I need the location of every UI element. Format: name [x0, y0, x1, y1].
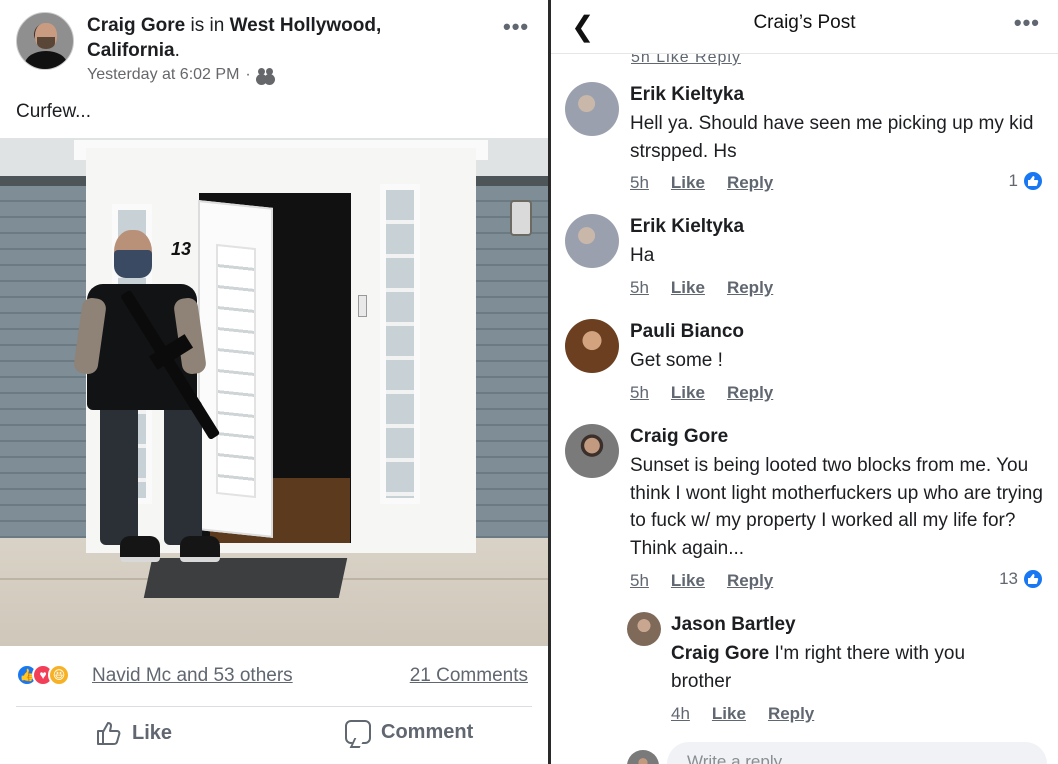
comment-button-label: Comment: [381, 720, 474, 743]
my-avatar: [627, 750, 659, 764]
feed-post: Craig Gore is in West Hollywood, Califor…: [0, 0, 548, 764]
commenter-name[interactable]: Erik Kieltyka: [630, 84, 744, 106]
comment-like-count[interactable]: 13: [999, 568, 1044, 590]
comment-reply-link[interactable]: Reply: [727, 571, 773, 591]
comment-actions: 5h Like Reply: [630, 173, 773, 193]
post-meta: Yesterday at 6:02 PM ·: [87, 66, 275, 84]
post-text: Curfew...: [16, 101, 91, 122]
comment-time[interactable]: 5h: [630, 278, 649, 298]
reply-text: Craig Gore I'm right there with you brot…: [671, 640, 1011, 695]
comment-time[interactable]: 5h: [630, 383, 649, 403]
is-in-text: is in: [185, 15, 230, 36]
comment-time[interactable]: 5h: [630, 173, 649, 193]
reply-actions: 4h Like Reply: [671, 704, 814, 724]
comment-button[interactable]: Comment: [345, 720, 473, 744]
comment-like-link[interactable]: Like: [671, 278, 705, 298]
reply-like-link[interactable]: Like: [712, 704, 746, 724]
action-divider: [16, 706, 532, 707]
friends-icon: [257, 68, 275, 82]
post-header: Craig Gore is in West Hollywood, Califor…: [87, 13, 447, 63]
reply-reply-link[interactable]: Reply: [768, 704, 814, 724]
reaction-icons[interactable]: 👍 ♥ 😆: [16, 664, 70, 686]
meta-separator: ·: [245, 66, 251, 83]
comment-actions: 5h Like Reply: [630, 571, 773, 591]
like-badge-icon: [1022, 170, 1044, 192]
replier-name[interactable]: Jason Bartley: [671, 614, 796, 636]
comment-like-link[interactable]: Like: [671, 383, 705, 403]
post-timestamp[interactable]: Yesterday at 6:02 PM: [87, 66, 239, 84]
comment-thread: 5h Like Reply ❮ Craig’s Post ••• Erik Ki…: [551, 0, 1058, 764]
replier-avatar[interactable]: [627, 612, 661, 646]
commenter-avatar[interactable]: [565, 214, 619, 268]
comment-text: Ha: [630, 245, 655, 266]
post-photo[interactable]: 13: [0, 138, 548, 646]
like-count-number: 1: [1008, 171, 1018, 190]
house-number: 13: [171, 239, 192, 259]
reply-time[interactable]: 4h: [671, 704, 690, 724]
like-icon: [97, 722, 121, 745]
thread-header: ❮ Craig’s Post •••: [551, 0, 1058, 54]
commenter-name[interactable]: Pauli Bianco: [630, 321, 744, 343]
commenter-name[interactable]: Erik Kieltyka: [630, 216, 744, 238]
author-avatar[interactable]: [16, 12, 74, 70]
mention-link[interactable]: Craig Gore: [671, 643, 769, 664]
write-reply-placeholder: Write a reply...: [687, 752, 796, 764]
comment-count[interactable]: 21 Comments: [410, 665, 528, 687]
like-badge-icon: [1022, 568, 1044, 590]
comment-reply-link[interactable]: Reply: [727, 173, 773, 193]
commenter-avatar[interactable]: [565, 82, 619, 136]
like-button[interactable]: Like: [96, 720, 172, 746]
reaction-names[interactable]: Navid Mc and 53 others: [92, 665, 293, 687]
comment-time[interactable]: 5h: [630, 571, 649, 591]
author-name[interactable]: Craig Gore: [87, 15, 185, 36]
commenter-avatar[interactable]: [565, 424, 619, 478]
comment-actions: 5h Like Reply: [630, 278, 773, 298]
comment-text: Get some !: [630, 350, 723, 371]
commenter-name[interactable]: Craig Gore: [630, 426, 728, 448]
comment-icon: [345, 720, 371, 744]
post-more-icon[interactable]: •••: [503, 14, 529, 40]
like-button-label: Like: [132, 721, 173, 744]
comment-actions: 5h Like Reply: [630, 383, 773, 403]
commenter-avatar[interactable]: [565, 319, 619, 373]
thread-title: Craig’s Post: [753, 12, 856, 33]
like-count-number: 13: [999, 569, 1018, 588]
haha-reaction-icon: 😆: [48, 664, 70, 686]
comment-text: Hell ya. Should have seen me picking up …: [630, 113, 1034, 162]
thread-more-icon[interactable]: •••: [1014, 10, 1040, 36]
comment-like-link[interactable]: Like: [671, 173, 705, 193]
comment-like-count[interactable]: 1: [1009, 170, 1044, 192]
comment-like-link[interactable]: Like: [671, 571, 705, 591]
comment-reply-link[interactable]: Reply: [727, 383, 773, 403]
comment-reply-link[interactable]: Reply: [727, 278, 773, 298]
comment-text: Sunset is being looted two blocks from m…: [630, 455, 1043, 559]
punctuation: .: [174, 40, 180, 61]
